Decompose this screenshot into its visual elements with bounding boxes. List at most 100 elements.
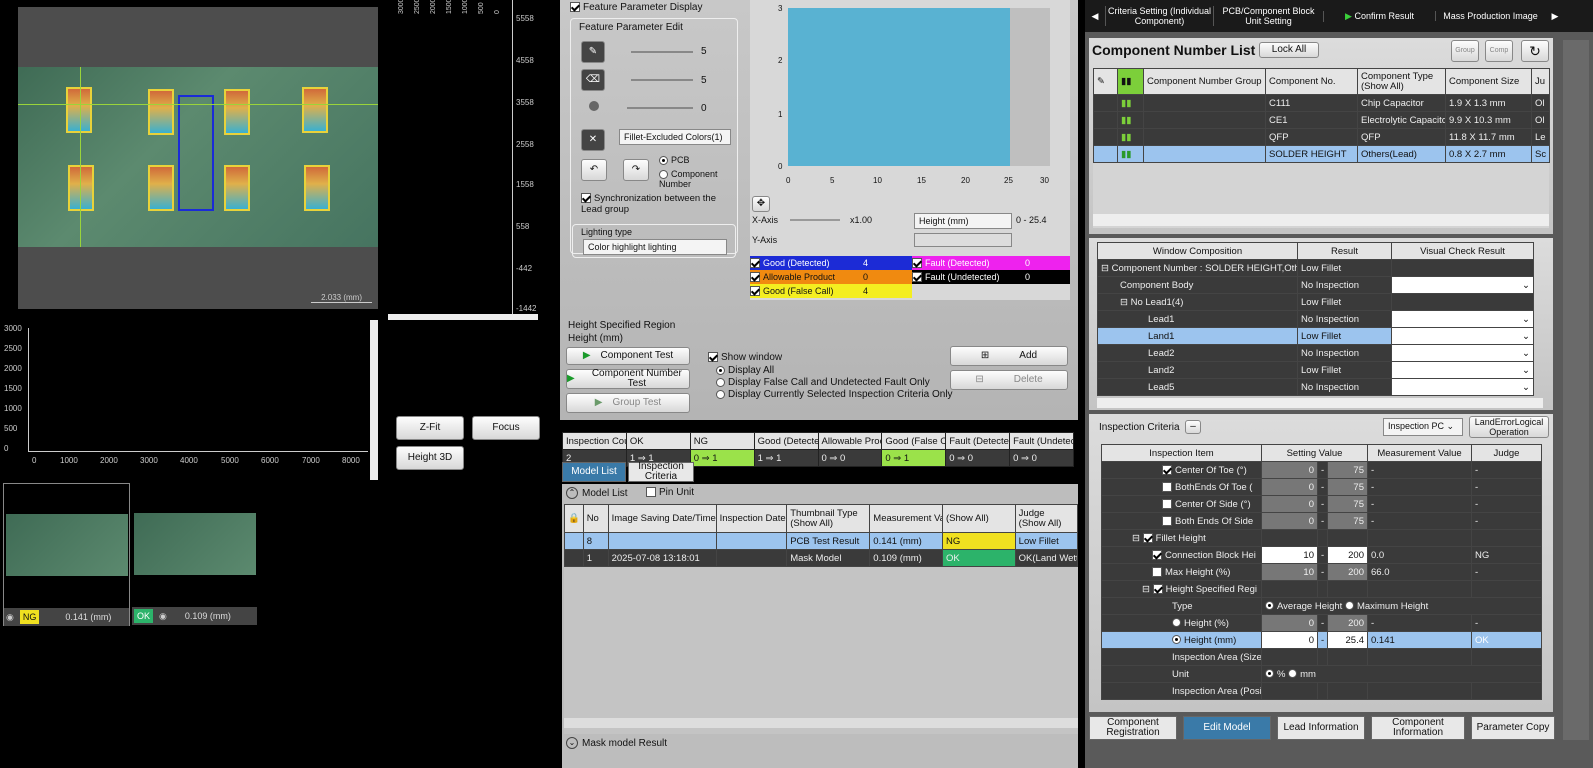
focus-button[interactable]: Focus <box>472 416 540 440</box>
tab-edit-model[interactable]: Edit Model <box>1183 716 1271 740</box>
lighting-select[interactable]: Color highlight lighting <box>583 239 727 255</box>
table-row[interactable]: ▮▮ QFP QFP 11.8 X 11.7 mm Le <box>1093 128 1550 146</box>
criteria-row[interactable]: ⊟ Fillet Height <box>1101 529 1542 547</box>
zfit-button[interactable]: Z-Fit <box>396 416 464 440</box>
thumbnail-ng[interactable]: ◉ NG 0.141 (mm) <box>3 483 130 626</box>
redo-icon[interactable]: ↷ <box>623 159 649 181</box>
add-button[interactable]: ⊞ Add <box>950 346 1068 366</box>
window-comp-scrollbar[interactable] <box>1097 398 1543 408</box>
criteria-row[interactable]: Center Of Toe (°) 0-75- - <box>1101 461 1542 479</box>
refresh-icon[interactable]: ↻ <box>1521 40 1549 62</box>
table-row[interactable]: ▮▮ C111 Chip Capacitor 1.9 X 1.3 mm Ol <box>1093 94 1550 112</box>
col-type[interactable]: Component Type (Show All) <box>1357 68 1446 95</box>
all-check-icon[interactable]: ▮▮ <box>1117 68 1144 95</box>
display-all-radio[interactable]: Display All <box>716 365 774 376</box>
col-judge[interactable]: Judge (Show All) <box>1014 504 1079 533</box>
criteria-row[interactable]: ⊟ Height Specified Regi <box>1101 580 1542 598</box>
table-row[interactable]: ▮▮ SOLDER HEIGHT Others(Lead) 0.8 X 2.7 mm S… <box>1093 145 1550 163</box>
legend-good-detected[interactable]: Good (Detected) 4 <box>750 256 912 270</box>
prev-icon[interactable]: ◀ <box>1085 11 1105 22</box>
land-error-button[interactable]: LandErrorLogical Operation <box>1469 416 1549 438</box>
display-false-call-radio[interactable]: Display False Call and Undetected Fault … <box>716 377 930 388</box>
component-test-button[interactable]: ▶ Component Test <box>566 347 690 365</box>
show-window-checkbox[interactable]: Show window <box>708 352 782 363</box>
display-selected-radio[interactable]: Display Currently Selected Inspection Cr… <box>716 389 953 400</box>
col-measurement[interactable]: Measurement Va <box>869 504 943 533</box>
criteria-row[interactable]: Type Average Height Maximum Height <box>1101 597 1542 615</box>
slider-2[interactable] <box>631 79 693 81</box>
group-test-button[interactable]: ▶ Group Test <box>566 393 690 413</box>
legend-allowable[interactable]: Allowable Product 0 <box>750 270 912 284</box>
delete-button[interactable]: ⊟ Delete <box>950 370 1068 390</box>
yaxis-select[interactable] <box>914 233 1012 247</box>
tree-row[interactable]: Land2 Low Fillet ⌄ <box>1097 361 1534 379</box>
comp-button[interactable]: Comp <box>1485 40 1513 62</box>
component-list-scrollbar[interactable] <box>1093 214 1549 226</box>
col-type[interactable]: Thumbnail Type (Show All) <box>786 504 871 533</box>
col-saved[interactable]: Image Saving Date/Time <box>607 504 717 533</box>
visual-check-select[interactable]: ⌄ <box>1391 310 1534 328</box>
pen-icon[interactable]: ✎ <box>581 41 605 63</box>
criteria-row[interactable]: Inspection Area (Size <box>1101 648 1542 666</box>
tab-parameter-copy[interactable]: Parameter Copy <box>1471 716 1555 740</box>
model-list-header[interactable]: ⌃ Model List <box>566 487 628 499</box>
criteria-row[interactable]: BothEnds Of Toe (0-75- - <box>1101 478 1542 496</box>
col-number[interactable]: Component No. <box>1265 68 1358 95</box>
criteria-row[interactable]: Unit% mm <box>1101 665 1542 683</box>
tab-component-registration[interactable]: Component Registration <box>1089 716 1177 740</box>
height3d-button[interactable]: Height 3D <box>396 446 464 470</box>
criteria-row[interactable]: Height (%) 0-200- - <box>1101 614 1542 632</box>
legend-false-call[interactable]: Good (False Call) 4 <box>750 284 912 298</box>
confirm-result-button[interactable]: ▶ Confirm Result <box>1323 10 1435 22</box>
col-group[interactable]: Component Number Group <box>1143 68 1266 95</box>
tree-row[interactable]: Lead1 No Inspection ⌄ <box>1097 310 1534 328</box>
tree-row[interactable]: ⊟ Component Number : SOLDER HEIGHT,Other… <box>1097 259 1534 277</box>
tab-lead-information[interactable]: Lead Information <box>1277 716 1365 740</box>
criteria-row[interactable]: Inspection Area (Posi <box>1101 682 1542 700</box>
criteria-row[interactable]: Height (mm) 0-25.4 0.141 OK <box>1101 631 1542 649</box>
visual-check-select[interactable]: ⌄ <box>1391 344 1534 362</box>
criteria-row[interactable]: Connection Block Hei 10-200 0.0 NG <box>1101 546 1542 564</box>
component-number-test-button[interactable]: ▶ Component Number Test <box>566 369 690 389</box>
move-icon[interactable]: ✥ <box>752 196 770 212</box>
edit-icon[interactable]: ✎ <box>1093 68 1118 95</box>
undo-icon[interactable]: ↶ <box>581 159 607 181</box>
block-unit-button[interactable]: PCB/Component Block Unit Setting <box>1213 6 1323 26</box>
criteria-collapse-button[interactable]: – <box>1185 420 1201 434</box>
fillet-select[interactable]: Fillet-Excluded Colors(1) <box>619 129 731 145</box>
criteria-setting-button[interactable]: Criteria Setting (Individual Component) <box>1105 6 1213 26</box>
pcb-image-view[interactable]: 2.033 (mm) <box>18 7 378 309</box>
slider-3[interactable] <box>627 107 693 109</box>
visual-check-select[interactable]: ⌄ <box>1391 378 1534 396</box>
tab-inspection-criteria[interactable]: Inspection Criteria <box>628 462 694 482</box>
radio-pcb[interactable]: PCB <box>659 155 690 166</box>
criteria-row[interactable]: Both Ends Of Side 0-75- - <box>1101 512 1542 530</box>
criteria-row[interactable]: Max Height (%) 10-200 66.0- <box>1101 563 1542 581</box>
sync-checkbox[interactable]: Synchronization between the Lead group <box>581 193 731 215</box>
radio-component[interactable]: Component Number <box>659 169 737 189</box>
legend-fault-detected[interactable]: Fault (Detected) 0 <box>912 256 1070 270</box>
slider-1[interactable] <box>631 51 693 53</box>
profile-scrollbar[interactable] <box>370 320 378 480</box>
axis-select[interactable]: Height (mm) <box>914 213 1012 229</box>
visual-check-select[interactable]: ⌄ <box>1391 276 1534 294</box>
table-row[interactable]: ▮▮ CE1 Electrolytic Capacitor 9.9 X 10.3 mm… <box>1093 111 1550 129</box>
inspection-pc-select[interactable]: Inspection PC ⌄ <box>1383 418 1463 436</box>
tab-component-information[interactable]: Component Information <box>1371 716 1465 740</box>
brush-icon[interactable] <box>589 101 599 111</box>
tree-row[interactable]: Lead2 No Inspection ⌄ <box>1097 344 1534 362</box>
mass-production-button[interactable]: Mass Production Image <box>1435 11 1545 21</box>
pin-unit-checkbox[interactable]: Pin Unit <box>646 487 694 498</box>
tree-row[interactable]: ⊟ No Lead1(4) Low Fillet <box>1097 293 1534 311</box>
visual-check-select[interactable]: ⌄ <box>1391 327 1534 345</box>
model-list-scrollbar[interactable] <box>564 718 1078 728</box>
eraser-icon[interactable]: ⌫ <box>581 69 605 91</box>
feature-display-checkbox[interactable]: Feature Parameter Display <box>570 2 703 13</box>
col-date[interactable]: Inspection Date <box>715 504 788 533</box>
col-no[interactable]: No <box>582 504 609 533</box>
mask-result-header[interactable]: ⌄ Mask model Result <box>566 737 667 749</box>
right-scrollbar[interactable] <box>1563 40 1589 740</box>
legend-fault-undetected[interactable]: Fault (Undetected) 0 <box>912 270 1070 284</box>
ruler-scrollbar[interactable] <box>388 314 538 320</box>
lock-all-button[interactable]: Lock All <box>1259 42 1319 58</box>
